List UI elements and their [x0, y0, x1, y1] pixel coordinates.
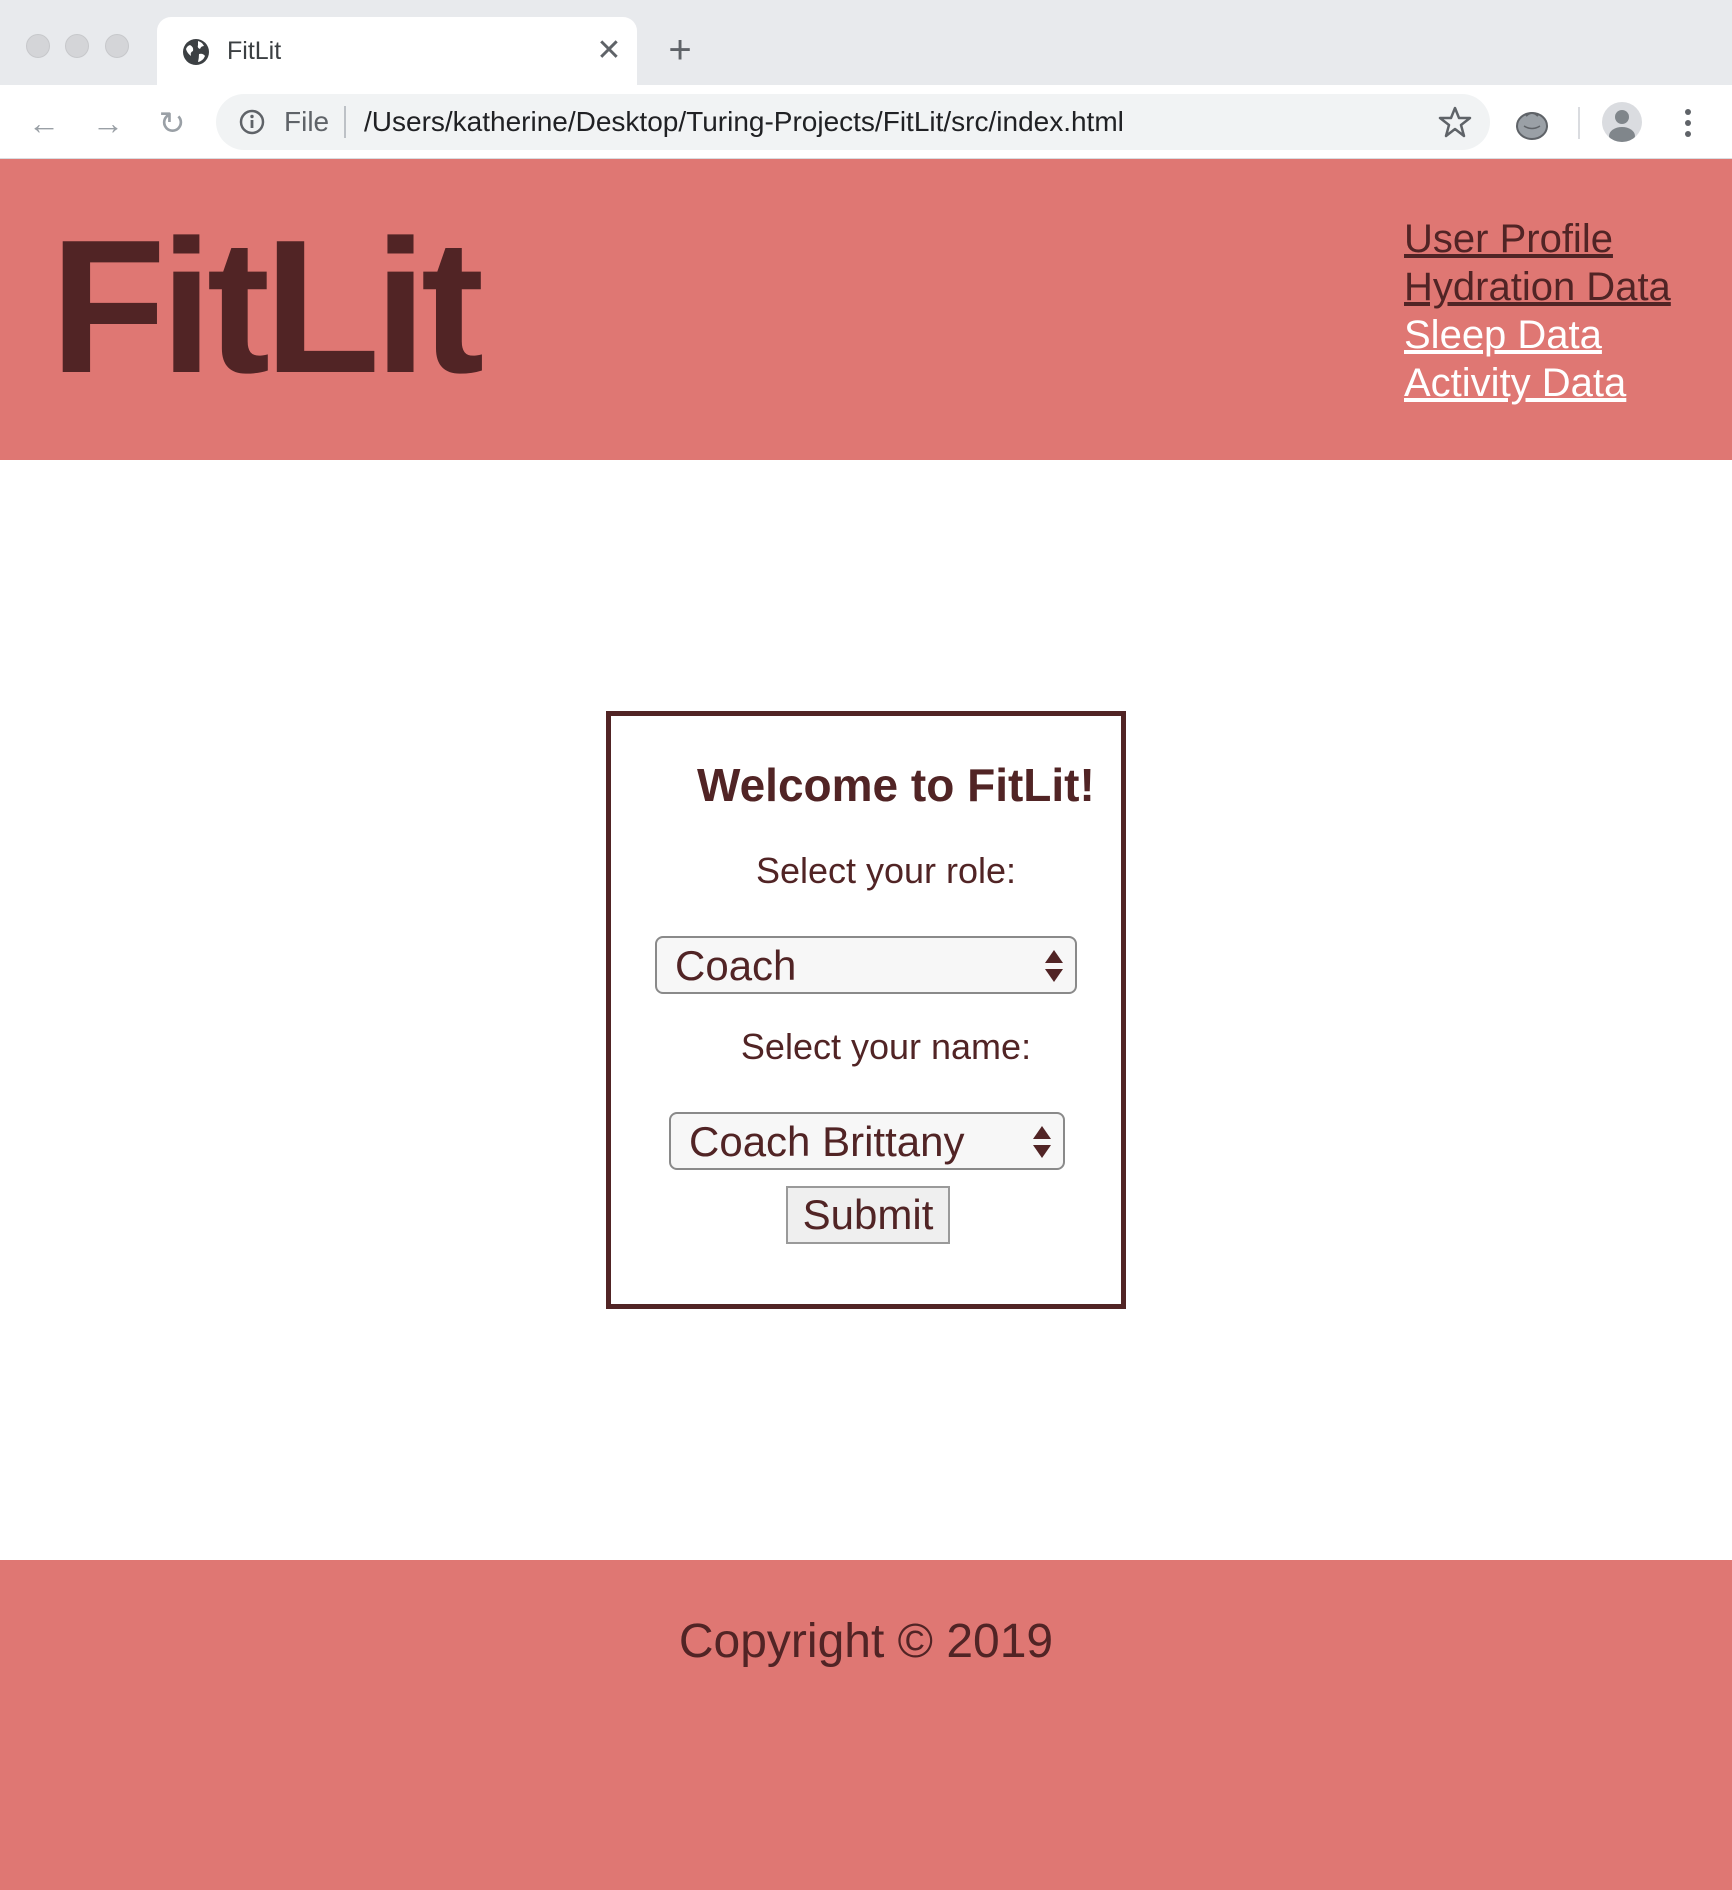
- scheme-label: File: [284, 106, 330, 137]
- toolbar-divider: [1578, 107, 1580, 139]
- address-divider: [344, 106, 346, 138]
- login-card: Welcome to FitLit! Select your role: Coa…: [606, 711, 1126, 1309]
- submit-button[interactable]: Submit: [786, 1186, 950, 1244]
- site-footer: Copyright © 2019: [0, 1560, 1732, 1890]
- role-select[interactable]: Coach: [655, 936, 1077, 994]
- select-arrows-icon: [1033, 1126, 1051, 1158]
- info-icon[interactable]: [238, 108, 266, 136]
- browser-chrome: FitLit ✕ + ← → ↻ File /Users/katherine/D…: [0, 0, 1732, 159]
- welcome-heading: Welcome to FitLit!: [697, 759, 1095, 811]
- site-header: FitLit User Profile Hydration Data Sleep…: [0, 159, 1732, 460]
- site-nav: User Profile Hydration Data Sleep Data A…: [1404, 215, 1671, 407]
- back-icon[interactable]: ←: [24, 103, 64, 143]
- nav-link-hydration-data[interactable]: Hydration Data: [1404, 263, 1671, 311]
- browser-toolbar: ← → ↻ File /Users/katherine/Desktop/Turi…: [0, 85, 1732, 159]
- reload-icon[interactable]: ↻: [152, 103, 192, 143]
- window-close-button[interactable]: [26, 34, 50, 58]
- nav-link-sleep-data[interactable]: Sleep Data: [1404, 311, 1671, 359]
- address-bar[interactable]: File /Users/katherine/Desktop/Turing-Pro…: [216, 94, 1490, 150]
- avatar-icon[interactable]: [1602, 102, 1642, 142]
- page-content: FitLit User Profile Hydration Data Sleep…: [0, 159, 1732, 1890]
- select-arrows-icon: [1045, 950, 1063, 982]
- name-label: Select your name:: [740, 1026, 1032, 1067]
- url-text[interactable]: /Users/katherine/Desktop/Turing-Projects…: [364, 106, 1124, 138]
- name-select-value: Coach Brittany: [689, 1118, 965, 1165]
- star-icon[interactable]: [1438, 105, 1472, 139]
- globe-icon: [183, 39, 209, 65]
- tab-strip: FitLit ✕ +: [0, 0, 1732, 85]
- tab-title: FitLit: [227, 37, 282, 65]
- close-icon[interactable]: ✕: [589, 31, 629, 71]
- window-zoom-button[interactable]: [105, 34, 129, 58]
- role-label: Select your role:: [755, 850, 1017, 891]
- plus-icon[interactable]: +: [660, 30, 700, 70]
- window-minimize-button[interactable]: [65, 34, 89, 58]
- role-select-value: Coach: [675, 942, 797, 989]
- forward-icon[interactable]: →: [88, 103, 128, 143]
- copyright-text: Copyright © 2019: [678, 1615, 1054, 1668]
- browser-tab[interactable]: FitLit ✕: [157, 17, 637, 85]
- site-logo: FitLit: [50, 201, 484, 413]
- extension-icon[interactable]: [1514, 107, 1550, 141]
- name-select[interactable]: Coach Brittany: [669, 1112, 1065, 1170]
- nav-link-user-profile[interactable]: User Profile: [1404, 215, 1671, 263]
- more-menu-icon[interactable]: [1676, 103, 1700, 143]
- nav-link-activity-data[interactable]: Activity Data: [1404, 359, 1671, 407]
